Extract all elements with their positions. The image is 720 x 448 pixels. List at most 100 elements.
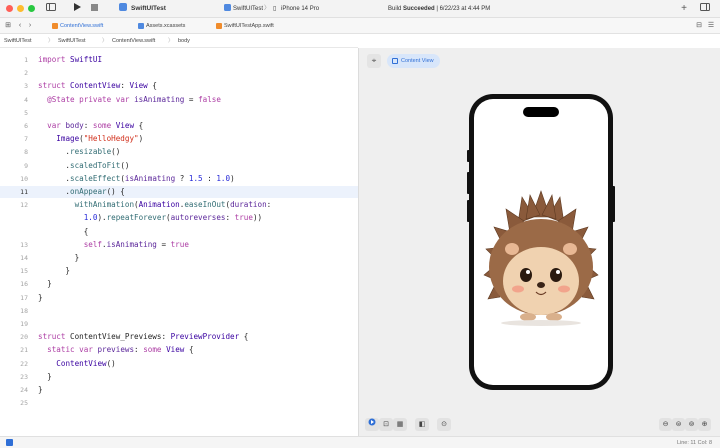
breadcrumb-folder[interactable]: SwiftUITest: [58, 35, 86, 47]
inspector-toggle-icon[interactable]: [698, 3, 712, 15]
code-text: .scaledToFit(): [38, 160, 130, 170]
code-line[interactable]: 7 Image("HelloHedgy"): [0, 133, 358, 145]
title-bar: SwiftUITest SwiftUITest 〉 ▯ iPhone 14 Pr…: [0, 0, 720, 18]
line-number: 4: [24, 95, 28, 104]
variants-icon[interactable]: ▦: [393, 418, 407, 431]
line-number: 3: [24, 82, 28, 91]
code-text: struct ContentView_Previews: PreviewProv…: [38, 332, 249, 342]
hedgehog-image: [483, 190, 599, 326]
device-selector[interactable]: iPhone 14 Pro: [281, 3, 319, 15]
code-line[interactable]: 1.0).repeatForever(autoreverses: true)): [0, 212, 358, 224]
zoom-actual-icon[interactable]: ⊜: [672, 418, 685, 431]
line-number: 1: [24, 56, 28, 64]
phone-side-button: [467, 150, 470, 162]
scheme-icon: [222, 3, 232, 15]
selectable-mode-icon[interactable]: ⊡: [379, 418, 393, 431]
code-line[interactable]: {: [0, 226, 358, 238]
code-line[interactable]: 1 import SwiftUI: [0, 54, 358, 66]
code-line[interactable]: 4 @State private var isAnimating = false: [0, 94, 358, 106]
code-line[interactable]: 12 withAnimation(Animation.easeInOut(dur…: [0, 199, 358, 211]
code-line[interactable]: 5: [0, 107, 358, 119]
code-text: Image("HelloHedgy"): [56, 134, 144, 144]
stop-icon[interactable]: [88, 3, 100, 15]
code-line[interactable]: 15 }: [0, 265, 358, 277]
add-button[interactable]: +: [678, 3, 690, 15]
line-number: 17: [20, 293, 28, 302]
code-text: }: [38, 371, 52, 381]
line-number: 6: [24, 122, 28, 130]
code-line[interactable]: 25: [0, 397, 358, 409]
line-number: 12: [20, 201, 28, 210]
code-line[interactable]: 19: [0, 318, 358, 330]
line-number: 24: [20, 386, 28, 394]
breadcrumb-separator: 〉: [48, 38, 54, 44]
code-text: import SwiftUI: [38, 55, 103, 64]
preview-canvas: ⌖ Content View ⊡ ▦ ◧ ⊙ ⊖ ⊜ ⊚ ⊕: [358, 48, 720, 436]
code-line[interactable]: 14 }: [0, 252, 358, 264]
tab-assets[interactable]: Assets.xcassets: [136, 20, 185, 32]
content-view-preview-button[interactable]: Content View: [387, 54, 440, 68]
build-status-result: Succeeded: [403, 6, 435, 12]
breadcrumb-project[interactable]: SwiftUITest: [4, 35, 32, 47]
tab-contentview[interactable]: ContentView.swift: [50, 20, 103, 32]
zoom-in-icon[interactable]: ⊕: [698, 418, 711, 431]
phone-screen: [474, 99, 608, 385]
forward-icon[interactable]: ›: [26, 20, 34, 32]
device-settings-icon[interactable]: ◧: [415, 418, 429, 431]
code-editor[interactable]: 1 import SwiftUI 2 3 struct ContentView: Vie…: [0, 48, 358, 436]
debug-area-toggle-icon[interactable]: [6, 439, 13, 446]
swift-file-icon: [216, 23, 222, 29]
phone-volume-button: [467, 200, 470, 222]
editor-options-icon[interactable]: ☰: [706, 20, 716, 32]
phone-volume-button: [467, 172, 470, 194]
code-line[interactable]: 13 self.isAnimating = true: [0, 239, 358, 251]
preview-settings-icon[interactable]: ⊙: [437, 418, 451, 431]
code-text: ContentView(): [56, 358, 116, 368]
minimize-window-button[interactable]: [17, 5, 24, 12]
zoom-window-button[interactable]: [28, 5, 35, 12]
code-line[interactable]: 17}: [0, 292, 358, 304]
code-text: withAnimation(Animation.easeInOut(durati…: [74, 200, 272, 210]
related-items-icon[interactable]: ⊞: [2, 20, 14, 32]
preview-label: Content View: [401, 58, 434, 64]
zoom-fit-icon[interactable]: ⊚: [685, 418, 698, 431]
phone-icon: ▯: [273, 6, 277, 12]
code-line[interactable]: 22 ContentView(): [0, 358, 358, 370]
run-button[interactable]: [70, 3, 84, 15]
pin-icon[interactable]: ⌖: [367, 54, 381, 68]
phone-power-button: [612, 186, 615, 222]
code-text: struct ContentView: View {: [38, 81, 157, 91]
code-line[interactable]: 10 .scaleEffect(isAnimating ? 1.5 : 1.0): [0, 173, 358, 185]
line-number: 14: [20, 254, 28, 262]
code-line[interactable]: 16 }: [0, 278, 358, 290]
code-line[interactable]: 21 static var previews: some View {: [0, 344, 358, 356]
code-text: .scaleEffect(isAnimating ? 1.5 : 1.0): [38, 173, 235, 183]
live-preview-icon[interactable]: [365, 418, 379, 431]
code-line[interactable]: 2: [0, 67, 358, 79]
code-line[interactable]: 23 }: [0, 371, 358, 383]
code-line[interactable]: 8 .resizable(): [0, 146, 358, 158]
breadcrumb-separator: 〉: [168, 38, 174, 44]
code-line[interactable]: 18: [0, 305, 358, 317]
scheme-selector[interactable]: SwiftUITest: [233, 3, 263, 15]
build-status-time: | 6/22/23 at 4:44 PM: [434, 6, 491, 12]
code-line[interactable]: 3 struct ContentView: View {: [0, 80, 358, 92]
navigator-toggle-icon[interactable]: [44, 3, 58, 15]
code-line[interactable]: 11 .onAppear() {: [0, 186, 358, 198]
code-text: {: [38, 226, 89, 236]
tab-label: SwiftUITestApp.swift: [224, 23, 274, 29]
line-number: 11: [20, 188, 28, 196]
split-editor-icon[interactable]: ⊟: [694, 20, 704, 32]
code-line[interactable]: 24}: [0, 384, 358, 396]
zoom-out-icon[interactable]: ⊖: [659, 418, 672, 431]
code-line[interactable]: 9 .scaledToFit(): [0, 160, 358, 172]
code-line[interactable]: 20 struct ContentView_Previews: PreviewPr…: [0, 331, 358, 343]
line-number: 21: [20, 346, 28, 355]
breadcrumb-file[interactable]: ContentView.swift: [112, 35, 155, 47]
code-line[interactable]: 6 var body: some View {: [0, 120, 358, 132]
iphone-frame: [467, 94, 615, 390]
tab-swiftuitestapp[interactable]: SwiftUITestApp.swift: [214, 20, 274, 32]
back-icon[interactable]: ‹: [16, 20, 24, 32]
close-window-button[interactable]: [6, 5, 13, 12]
breadcrumb-symbol[interactable]: body: [178, 35, 190, 47]
